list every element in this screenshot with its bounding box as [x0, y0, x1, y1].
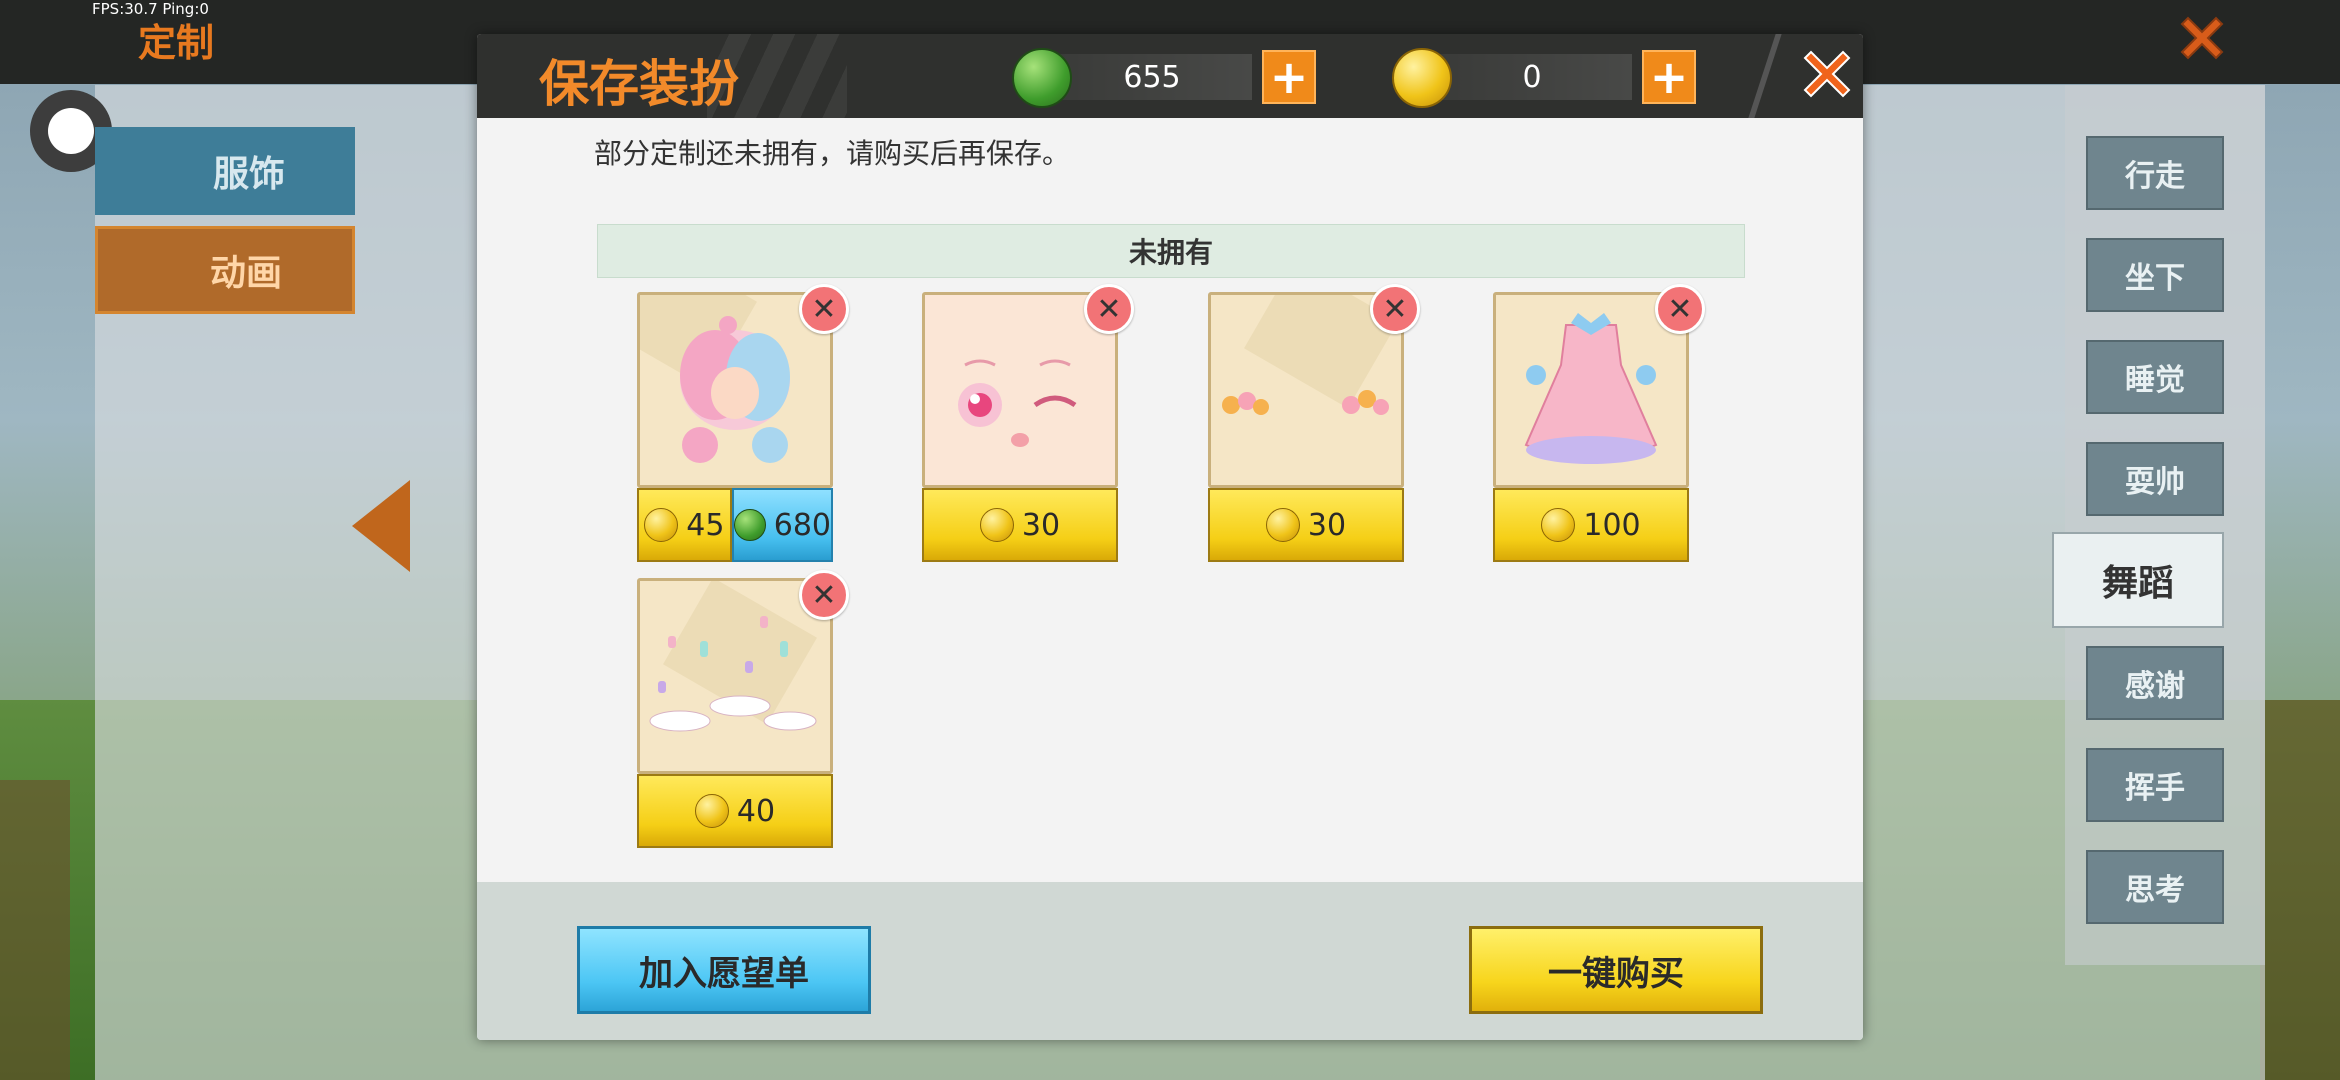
coin-price-button[interactable]: 100 [1493, 488, 1689, 562]
price-row: 45 680 [637, 488, 833, 562]
remove-item-button[interactable]: ✕ [1370, 284, 1420, 334]
action-walk-button[interactable]: 行走 [2086, 136, 2224, 210]
action-sleep-button[interactable]: 睡觉 [2086, 340, 2224, 414]
background-block [2260, 700, 2340, 1080]
coin-price-button[interactable]: 30 [1208, 488, 1404, 562]
coin-price-button[interactable]: 45 [637, 488, 732, 562]
close-icon [1803, 50, 1851, 98]
close-icon: ✕ [1667, 291, 1693, 327]
tab-clothing[interactable]: 服饰 [95, 127, 355, 215]
coin-price-value: 100 [1583, 507, 1641, 543]
coin-price-button[interactable]: 40 [637, 774, 833, 848]
gem-balance-value: 655 [1123, 60, 1181, 95]
price-row: 100 [1493, 488, 1689, 562]
section-title: 未拥有 [1128, 236, 1213, 269]
close-icon: ✕ [811, 577, 837, 613]
remove-item-button[interactable]: ✕ [799, 570, 849, 620]
plus-icon: + [1269, 50, 1309, 104]
tab-clothing-label: 服饰 [212, 154, 285, 195]
coin-icon [1265, 508, 1300, 542]
add-gems-button[interactable]: + [1262, 50, 1316, 104]
coin-icon [694, 794, 729, 828]
coin-price-value: 30 [1307, 507, 1347, 543]
coin-icon [1392, 48, 1452, 108]
price-row: 30 [922, 488, 1118, 562]
gem-icon [1012, 48, 1072, 108]
bow-accessory-icon [1222, 390, 1389, 415]
buy-all-button[interactable]: 一键购买 [1469, 926, 1763, 1014]
close-icon: ✕ [1382, 291, 1408, 327]
face-icon [925, 295, 1115, 485]
prev-arrow-icon[interactable] [352, 480, 410, 572]
background-block [0, 780, 70, 1080]
gem-price-button[interactable]: 680 [731, 488, 833, 562]
coin-price-button[interactable]: 30 [922, 488, 1118, 562]
price-row: 40 [637, 774, 833, 848]
close-icon: ✕ [811, 291, 837, 327]
screen-close-button[interactable] [2170, 8, 2234, 72]
coin-icon [979, 508, 1014, 542]
screen-title: 定制 [138, 21, 215, 65]
price-row: 30 [1208, 488, 1404, 562]
gem-price-value: 680 [773, 507, 831, 543]
coin-price-value: 40 [736, 793, 776, 829]
close-icon [2180, 16, 2224, 60]
coin-icon [644, 508, 679, 542]
dialog-close-button[interactable] [1797, 44, 1857, 104]
coin-icon [1541, 508, 1576, 542]
remove-item-button[interactable]: ✕ [799, 284, 849, 334]
save-outfit-dialog: 保存装扮 655 + 0 + 部分定制还未拥有，请购买后再保存。 未拥有 ✕ 4… [477, 34, 1863, 1040]
action-dance-button[interactable]: 舞蹈 [2052, 532, 2224, 628]
add-coins-button[interactable]: + [1642, 50, 1696, 104]
section-header: 未拥有 [597, 224, 1745, 278]
coin-price-value: 30 [1021, 507, 1061, 543]
record-icon [48, 108, 94, 154]
hair-icon [680, 316, 790, 463]
remove-item-button[interactable]: ✕ [1084, 284, 1134, 334]
notice-text: 部分定制还未拥有，请购买后再保存。 [594, 137, 1071, 170]
add-to-wishlist-button[interactable]: 加入愿望单 [577, 926, 871, 1014]
tab-animation-label: 动画 [209, 253, 282, 294]
coin-balance-value: 0 [1522, 60, 1542, 95]
tab-animation[interactable]: 动画 [95, 226, 355, 314]
action-list-panel [2065, 85, 2265, 965]
close-icon: ✕ [1096, 291, 1122, 327]
plus-icon: + [1649, 50, 1689, 104]
action-thanks-button[interactable]: 感谢 [2086, 646, 2224, 720]
dress-icon [1524, 313, 1658, 464]
dialog-title: 保存装扮 [539, 55, 739, 113]
bunny-effect-icon [649, 616, 817, 732]
gem-icon [733, 509, 766, 541]
action-wave-button[interactable]: 挥手 [2086, 748, 2224, 822]
action-think-button[interactable]: 思考 [2086, 850, 2224, 924]
action-cool-button[interactable]: 耍帅 [2086, 442, 2224, 516]
remove-item-button[interactable]: ✕ [1655, 284, 1705, 334]
action-sit-button[interactable]: 坐下 [2086, 238, 2224, 312]
coin-price-value: 45 [686, 507, 725, 543]
